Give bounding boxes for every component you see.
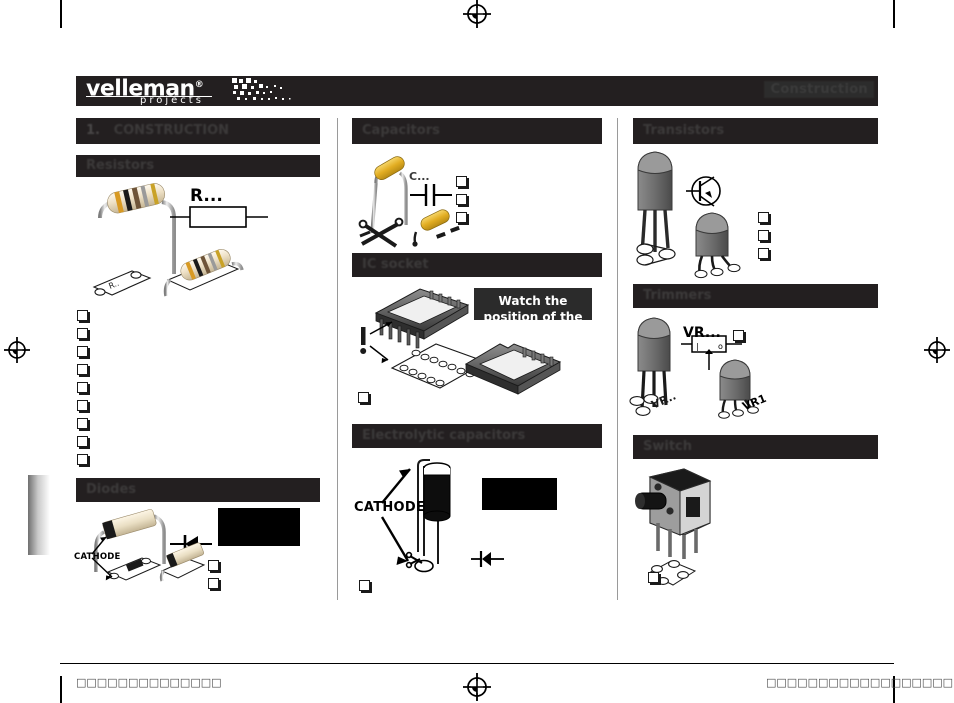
electrolytic-checkbox-item[interactable] bbox=[359, 580, 370, 591]
transistor-symbol bbox=[682, 168, 728, 214]
electrolytic-symbol bbox=[470, 548, 506, 570]
brand-header: velleman® projects Construction bbox=[76, 76, 878, 106]
diode-cathode-label: CATHODE bbox=[74, 552, 121, 562]
capacitor-symbol bbox=[408, 180, 454, 210]
trimmer-symbol-label: VR... bbox=[683, 325, 721, 341]
transistor-mounted-illustration bbox=[690, 210, 760, 280]
step-1-title: 1. CONSTRUCTION bbox=[76, 118, 320, 144]
svg-text:o: o bbox=[718, 342, 723, 351]
step-title-text: CONSTRUCTION bbox=[113, 123, 230, 138]
resistor-symbol-label: R... bbox=[190, 186, 223, 206]
section-header-ic-socket: IC socket bbox=[352, 253, 602, 277]
footer-right-text: □□□□□□□□□□□□□□□□□□□□ bbox=[766, 676, 954, 689]
diode-checkbox-item[interactable] bbox=[208, 578, 219, 589]
checkbox-item[interactable] bbox=[77, 454, 88, 465]
section-title-switch: Switch bbox=[643, 439, 693, 454]
electrolytic-note-box bbox=[482, 478, 557, 510]
footer-left-text: □□□□□□□□□□□□□□ bbox=[76, 676, 222, 689]
checkbox-item[interactable] bbox=[77, 310, 88, 321]
transistor-checkbox-item[interactable] bbox=[758, 212, 769, 223]
section-header-electrolytic: Electrolytic capacitors bbox=[352, 424, 602, 448]
checkbox-item[interactable] bbox=[77, 418, 88, 429]
checkbox-item[interactable] bbox=[77, 400, 88, 411]
registration-mark-right bbox=[922, 335, 952, 365]
ic-socket-checkbox-item[interactable] bbox=[358, 392, 369, 403]
transistor-pcb-footprint bbox=[633, 240, 685, 270]
checkbox-item[interactable] bbox=[77, 364, 88, 375]
section-header-transistors: Transistors bbox=[633, 118, 878, 144]
checkbox-item[interactable] bbox=[77, 328, 88, 339]
capacitor-checkbox-item[interactable] bbox=[456, 194, 467, 205]
logo-subtitle: projects bbox=[140, 95, 204, 106]
page-edge-tab bbox=[28, 475, 50, 555]
footer-divider bbox=[60, 663, 894, 664]
capacitor-checkbox-item[interactable] bbox=[456, 212, 467, 223]
section-title-electrolytic: Electrolytic capacitors bbox=[362, 428, 526, 443]
trimmer-checkbox-item[interactable] bbox=[733, 330, 744, 341]
registration-mark-left bbox=[2, 335, 32, 365]
section-title-trimmers: Trimmers bbox=[643, 288, 712, 303]
resistor-symbol bbox=[168, 185, 278, 233]
svg-text:|: | bbox=[696, 342, 699, 351]
resistor-mounted-illustration bbox=[160, 249, 255, 305]
step-number: 1. bbox=[86, 123, 100, 138]
section-title-ic-socket: IC socket bbox=[362, 257, 429, 272]
checkbox-item[interactable] bbox=[77, 382, 88, 393]
crop-line-top-right bbox=[893, 0, 895, 28]
electrolytic-cathode-arrows bbox=[378, 455, 418, 575]
section-header-trimmers: Trimmers bbox=[633, 284, 878, 308]
ic-socket-notch-detail bbox=[460, 338, 570, 396]
section-header-switch: Switch bbox=[633, 435, 878, 459]
diode-checkbox-item[interactable] bbox=[208, 560, 219, 571]
registration-mark-bottom bbox=[462, 672, 492, 702]
transistor-checkbox-item[interactable] bbox=[758, 248, 769, 259]
notch-warning-text: Watch the position of the notch! bbox=[483, 294, 583, 340]
section-header-capacitors: Capacitors bbox=[352, 118, 602, 144]
crop-line-top-left bbox=[60, 0, 62, 28]
section-title-diodes: Diodes bbox=[86, 482, 137, 497]
section-title-capacitors: Capacitors bbox=[362, 123, 440, 138]
checkbox-item[interactable] bbox=[77, 436, 88, 447]
switch-checkbox-item[interactable] bbox=[648, 572, 659, 583]
switch-illustration bbox=[635, 465, 726, 565]
electrolytic-cathode-label: CATHODE bbox=[354, 500, 426, 515]
section-header-resistors: Resistors bbox=[76, 155, 320, 177]
registered-trademark-icon: ® bbox=[194, 80, 204, 90]
column-separator-1 bbox=[337, 118, 338, 600]
checkbox-item[interactable] bbox=[77, 346, 88, 357]
construction-label: Construction bbox=[764, 81, 874, 98]
section-title-resistors: Resistors bbox=[86, 158, 155, 173]
manual-page: velleman® projects Construction 1. CONST… bbox=[0, 0, 954, 703]
lead-cutting-illustration bbox=[358, 217, 406, 252]
crop-line-bottom-left bbox=[60, 676, 62, 703]
resistor-pcb-mounting: R.. bbox=[88, 255, 158, 303]
logo-halftone-dots bbox=[232, 78, 312, 104]
registration-mark-top bbox=[462, 0, 492, 29]
column-separator-2 bbox=[617, 118, 618, 600]
diode-note-box bbox=[218, 508, 300, 546]
step-1-header: 1. CONSTRUCTION bbox=[76, 118, 320, 144]
notch-warning-box: Watch the position of the notch! bbox=[474, 288, 592, 340]
capacitor-symbol-label: C... bbox=[409, 170, 430, 183]
section-title-transistors: Transistors bbox=[643, 123, 725, 138]
capacitor-checkbox-item[interactable] bbox=[456, 176, 467, 187]
velleman-logo: velleman® projects bbox=[82, 76, 312, 106]
section-header-diodes: Diodes bbox=[76, 478, 320, 502]
transistor-checkbox-item[interactable] bbox=[758, 230, 769, 241]
